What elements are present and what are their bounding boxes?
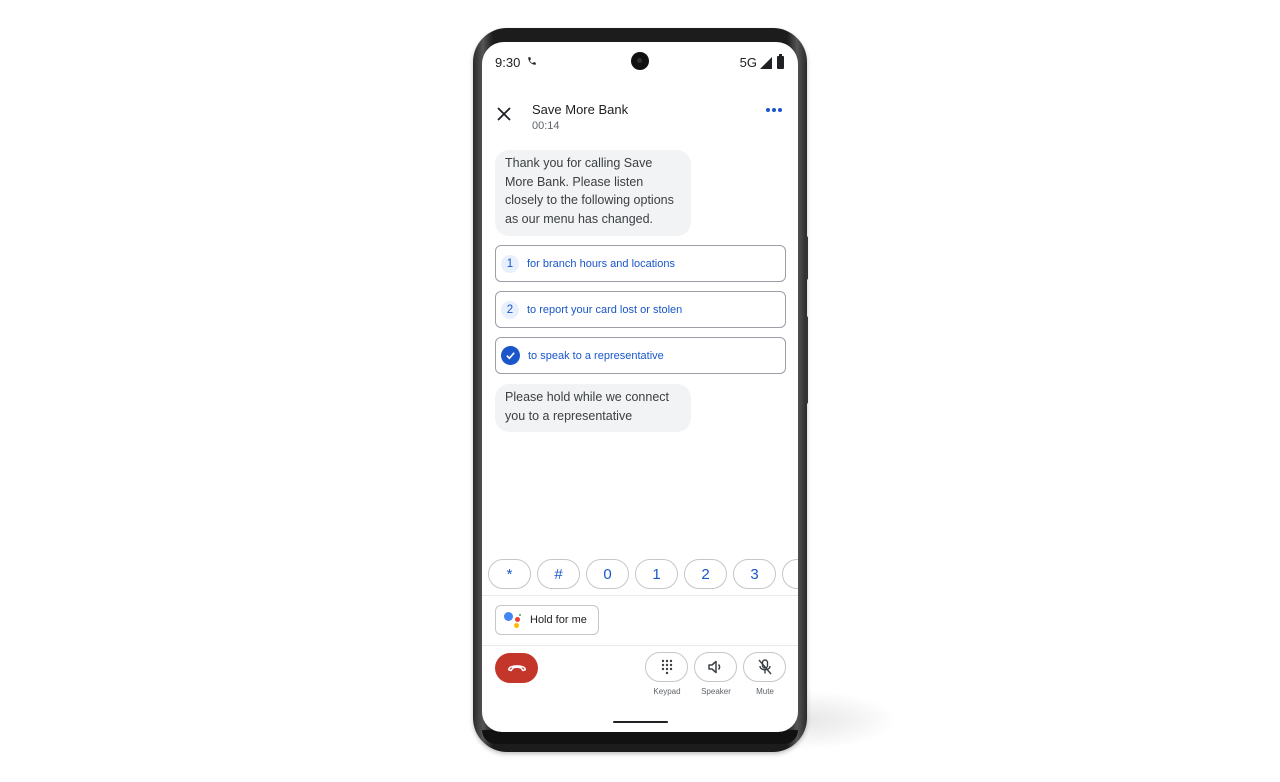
hold-for-me-button[interactable]: Hold for me <box>495 605 599 635</box>
caller-name: Save More Bank <box>532 102 629 117</box>
option-number: 2 <box>501 300 519 319</box>
message-bubble: Please hold while we connect you to a re… <box>495 384 691 432</box>
more-dot <box>772 108 776 112</box>
more-horizontal-icon <box>766 108 770 112</box>
mic-off-icon <box>757 659 772 675</box>
dial-key-hash[interactable]: # <box>537 559 580 589</box>
mute-button[interactable] <box>743 652 786 682</box>
status-time: 9:30 <box>495 55 521 70</box>
menu-option-1[interactable]: 1 for branch hours and locations <box>495 245 786 282</box>
dial-key-4[interactable] <box>782 559 798 589</box>
menu-option-representative[interactable]: to speak to a representative <box>495 337 786 374</box>
speaker-button[interactable] <box>694 652 737 682</box>
speaker-icon <box>707 660 720 674</box>
hold-for-me-label: Hold for me <box>530 614 587 626</box>
option-label: for branch hours and locations <box>527 257 675 270</box>
dial-key-2[interactable]: 2 <box>684 559 727 589</box>
end-call-icon <box>507 665 526 672</box>
menu-option-2[interactable]: 2 to report your card lost or stolen <box>495 291 786 328</box>
front-camera <box>631 52 649 70</box>
mute-label: Mute <box>756 687 774 696</box>
option-label: to report your card lost or stolen <box>527 303 683 316</box>
phone-call-icon <box>527 56 537 69</box>
speaker-label: Speaker <box>701 687 731 696</box>
home-indicator[interactable] <box>613 721 668 723</box>
keypad-button[interactable] <box>645 652 688 682</box>
dial-key-3[interactable]: 3 <box>733 559 776 589</box>
close-button[interactable] <box>494 104 514 124</box>
keypad-icon <box>661 659 672 675</box>
keypad-label: Keypad <box>653 687 681 696</box>
option-label: to speak to a representative <box>528 349 664 362</box>
network-type: 5G <box>739 55 757 70</box>
close-icon <box>497 107 511 121</box>
dial-key-star[interactable]: * <box>488 559 531 589</box>
end-call-button[interactable] <box>495 653 538 683</box>
call-header: Save More Bank 00:14 <box>482 94 798 138</box>
more-dot <box>778 108 782 112</box>
more-options-button[interactable] <box>766 108 782 112</box>
message-bubble: Thank you for calling Save More Bank. Pl… <box>495 150 691 236</box>
google-assistant-icon <box>504 611 524 629</box>
volume-button <box>804 316 808 404</box>
status-indicators: 5G <box>739 54 784 70</box>
mute-control: Mute <box>743 652 787 696</box>
bottom-bezel <box>482 730 798 744</box>
status-bar: 9:30 5G <box>482 42 798 82</box>
option-number: 1 <box>501 254 519 273</box>
divider <box>482 595 798 596</box>
check-circle-icon <box>501 346 520 365</box>
signal-icon <box>760 56 772 69</box>
dial-key-row: * # 0 1 2 3 <box>488 559 798 591</box>
keypad-control: Keypad <box>645 652 689 696</box>
battery-icon <box>777 54 784 69</box>
power-button <box>804 236 808 280</box>
dial-key-1[interactable]: 1 <box>635 559 678 589</box>
call-duration: 00:14 <box>532 120 560 132</box>
phone-screen: 9:30 5G Save More Bank 00:14 Thank you f… <box>482 42 798 732</box>
dial-key-0[interactable]: 0 <box>586 559 629 589</box>
speaker-control: Speaker <box>694 652 738 696</box>
divider <box>482 645 798 646</box>
